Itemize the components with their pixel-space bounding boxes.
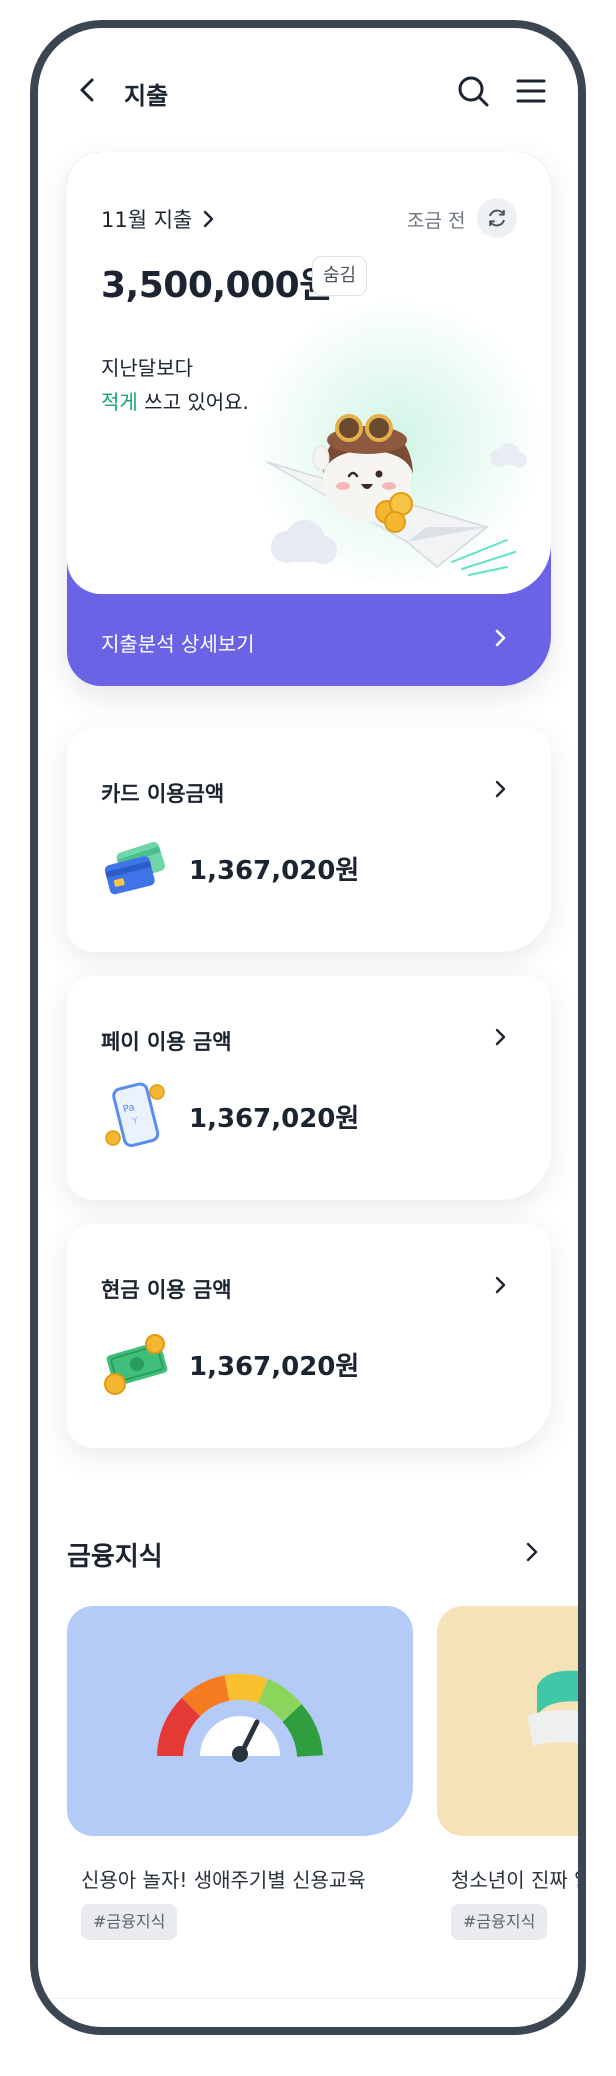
spending-summary-card: 11월 지출 조금 전 3,500,000원 숨김 지난달보다 적게 쓰고 있어… [67,152,551,686]
chevron-right-icon [495,1028,506,1046]
credit-card-icon [104,841,166,895]
chevron-right-icon [204,210,214,228]
knowledge-card-title: 신용아 놀자! 생애주기별 신용교육 [81,1868,366,1892]
chevron-right-icon[interactable] [524,1540,540,1564]
compare-text-line2: 적게 쓰고 있어요. [101,386,249,415]
search-icon [458,76,489,107]
search-button[interactable] [456,74,490,108]
usage-amount: 1,367,020원 [189,1352,360,1382]
menu-button[interactable] [514,74,548,108]
usage-amount: 1,367,020원 [189,856,360,886]
chevron-right-icon [495,780,506,798]
knowledge-card-image [67,1606,413,1836]
knowledge-card-tag[interactable]: #금융지식 [81,1904,178,1940]
mascot-paper-plane-illustration [266,414,527,576]
card-usage-card[interactable]: 카드 이용금액 1,367,020원 [67,728,551,952]
phone-frame: 지출 11월 지출 조금 전 3,500,000원 숨김 지난달보다 적게 쓰고… [30,20,586,2035]
back-button[interactable] [72,74,104,106]
spending-summary-top: 11월 지출 조금 전 3,500,000원 숨김 지난달보다 적게 쓰고 있어… [67,152,551,594]
pay-usage-card[interactable]: 페이 이용 금액 Pa Y 1,367,020원 [67,976,551,1200]
compare-highlight: 적게 [101,390,138,414]
knowledge-card[interactable]: 청소년이 진짜 알 #금융지식 [437,1606,578,1940]
screen: 지출 11월 지출 조금 전 3,500,000원 숨김 지난달보다 적게 쓰고… [38,28,578,2027]
refresh-button[interactable] [477,198,517,238]
compare-text-line1: 지난달보다 [101,356,193,380]
knowledge-card[interactable]: 신용아 놀자! 생애주기별 신용교육 #금융지식 [67,1606,413,1940]
phone-pay-icon: Pa Y [105,1082,165,1148]
finance-knowledge-title: 금융지식 [67,1542,163,1572]
usage-title: 페이 이용 금액 [101,1030,232,1054]
bell-icon [527,1670,578,1746]
page-title: 지출 [124,82,169,110]
refresh-icon [489,209,505,227]
spending-analysis-button[interactable]: 지출분석 상세보기 [67,594,551,686]
app-header: 지출 [38,60,578,120]
knowledge-card-title: 청소년이 진짜 알 [451,1868,586,1892]
usage-title: 카드 이용금액 [101,782,225,806]
knowledge-card-tag[interactable]: #금융지식 [451,1904,548,1940]
cash-icon [104,1334,168,1395]
total-spending-amount: 3,500,000원 [101,265,332,306]
usage-amount: 1,367,020원 [189,1104,360,1134]
cash-usage-card[interactable]: 현금 이용 금액 1,367,020원 [67,1224,551,1448]
analysis-label: 지출분석 상세보기 [101,632,255,656]
chevron-right-icon [495,629,506,647]
hamburger-menu-icon [516,79,546,103]
chevron-left-icon [80,78,94,102]
bottom-navigation-bar [38,1998,578,2027]
month-selector[interactable]: 11월 지출 [101,204,216,234]
hide-amount-button[interactable]: 숨김 [312,256,368,296]
month-label: 11월 지출 [101,208,193,232]
chevron-right-icon [495,1276,506,1294]
usage-title: 현금 이용 금액 [101,1278,232,1302]
credit-gauge-icon [157,1673,323,1762]
knowledge-card-image [437,1606,578,1836]
compare-suffix: 쓰고 있어요. [137,390,249,414]
updated-time-label: 조금 전 [407,210,466,232]
